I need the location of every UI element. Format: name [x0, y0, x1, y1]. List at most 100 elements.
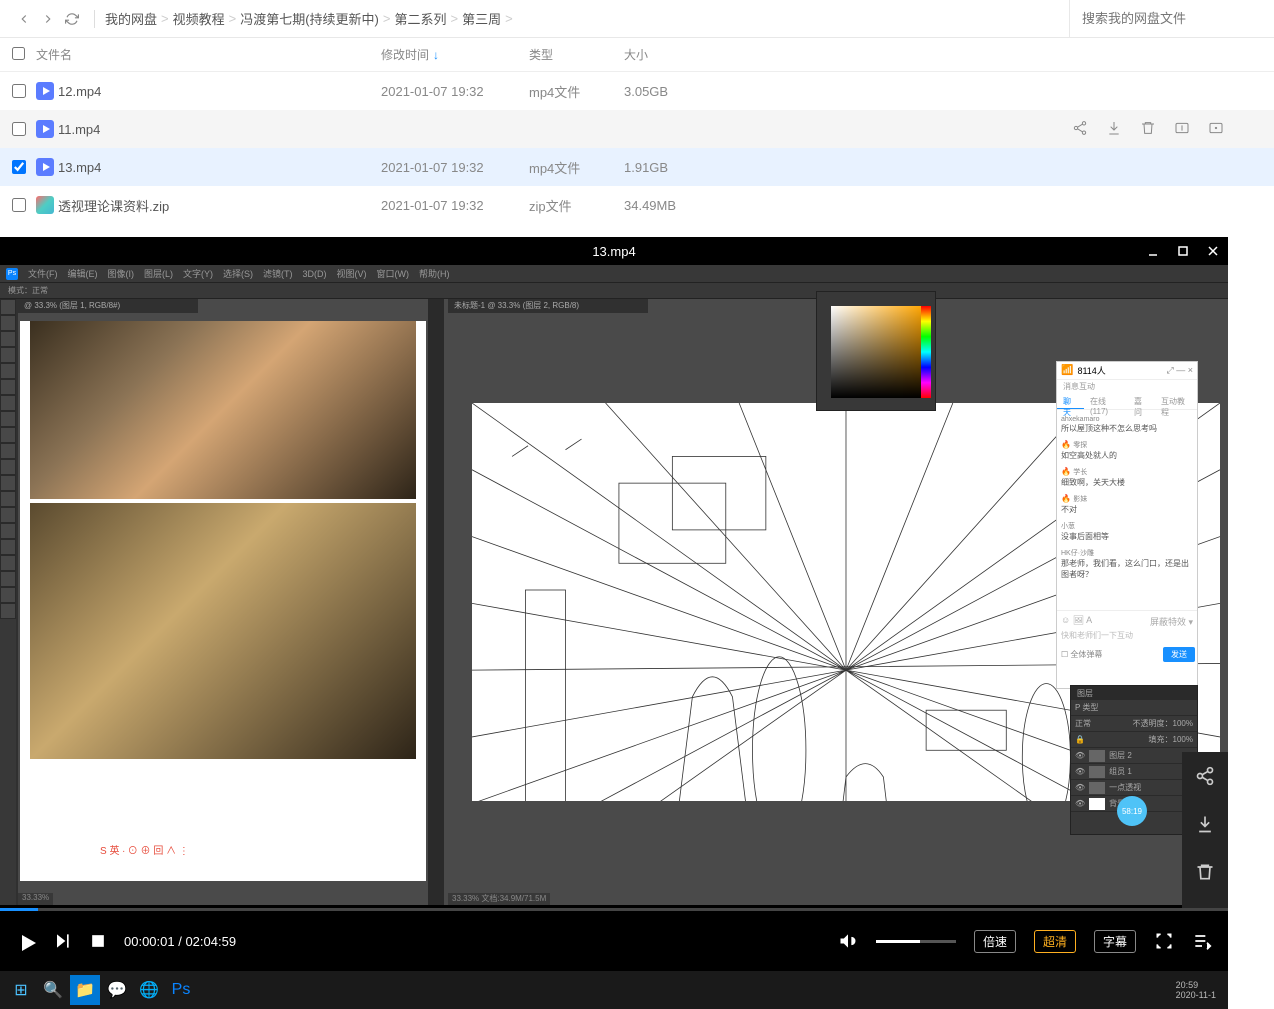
search-box — [1069, 0, 1262, 37]
layer-item[interactable]: 👁一点透视 — [1071, 780, 1197, 796]
col-name[interactable]: 文件名 — [36, 46, 381, 63]
layer-lock-row: 🔒填充：100% — [1071, 732, 1197, 748]
windows-taskbar: ⊞ 🔍 📁 💬 🌐 Ps 20:592020-11-1 — [0, 971, 1228, 1009]
start-button[interactable]: ⊞ — [6, 975, 36, 1005]
nav-back-button[interactable] — [12, 7, 36, 31]
timer-badge: 58:19 — [1117, 796, 1147, 826]
file-row[interactable]: 12.mp4 2021-01-07 19:32mp4文件3.05GB — [0, 72, 1274, 110]
col-size[interactable]: 大小 — [624, 46, 1274, 63]
ps-right-status: 33.33% 文档:34.9M/71.5M — [448, 893, 550, 905]
chat-input-area: ☺ 🖼 A屏蔽特效 ▾ 快和老师们一下互动 ☐ 全体弹幕 发送 — [1057, 610, 1197, 664]
chat-window-buttons[interactable]: ⤢ — × — [1167, 365, 1193, 376]
maximize-button[interactable] — [1168, 237, 1198, 265]
breadcrumb-item[interactable]: 视频教程 — [173, 9, 225, 28]
stop-button[interactable] — [88, 931, 108, 951]
system-tray[interactable]: 20:592020-11-1 — [1176, 980, 1222, 1000]
ps-menubar: Ps 文件(F)编辑(E)图像(I)图层(L)文字(Y)选择(S)滤镜(T)3D… — [0, 265, 1228, 283]
download-icon[interactable] — [1106, 120, 1122, 139]
nav-forward-button[interactable] — [36, 7, 60, 31]
taskbar-item[interactable]: 📁 — [70, 975, 100, 1005]
file-type: mp4文件 — [529, 82, 624, 101]
row-checkbox[interactable] — [12, 122, 26, 136]
taskbar-item[interactable]: Ps — [166, 975, 196, 1005]
play-button[interactable] — [16, 931, 36, 951]
chat-subtitle: 消息互动 — [1057, 380, 1197, 394]
chat-checkbox[interactable]: ☐ 全体弹幕 — [1061, 649, 1102, 660]
row-checkbox[interactable] — [12, 160, 26, 174]
ps-left-canvas: S 英 ∙ ⊙ ⊕ 回 ∧ ⋮ — [20, 321, 426, 881]
fullscreen-icon[interactable] — [1154, 931, 1174, 951]
playlist-icon[interactable] — [1192, 931, 1212, 951]
layers-panel: 图层 P 类型 正常不透明度：100% 🔒填充：100% 👁图层 2 👁组员 1… — [1070, 685, 1198, 835]
volume-icon[interactable] — [838, 931, 858, 951]
chat-header: 📶 8114人 ⤢ — × — [1057, 362, 1197, 380]
taskbar-item[interactable]: 💬 — [102, 975, 132, 1005]
subtitle-button[interactable]: 字幕 — [1094, 930, 1136, 953]
rename-icon[interactable] — [1174, 120, 1190, 139]
file-time: 2021-01-07 19:32 — [381, 84, 529, 99]
chat-tab[interactable]: 嘉问 — [1128, 394, 1155, 409]
speed-button[interactable]: 倍速 — [974, 930, 1016, 953]
next-button[interactable] — [52, 931, 72, 951]
share-icon[interactable] — [1072, 120, 1088, 139]
file-row[interactable]: 13.mp4 2021-01-07 19:32mp4文件1.91GB — [0, 148, 1274, 186]
chat-input[interactable]: 快和老师们一下互动 — [1061, 630, 1193, 641]
search-input[interactable] — [1082, 11, 1262, 26]
color-field[interactable] — [831, 306, 923, 398]
file-name: 11.mp4 — [58, 122, 100, 137]
video-file-icon — [36, 120, 54, 138]
zip-file-icon — [36, 196, 54, 214]
column-header: 文件名 修改时间↓ 类型 大小 — [0, 38, 1274, 72]
chat-message: 🔥 学长细致啊，关天大楼 — [1061, 467, 1193, 488]
divider — [94, 10, 95, 28]
volume-slider[interactable] — [876, 940, 956, 943]
delete-icon[interactable] — [1140, 120, 1156, 139]
file-type: zip文件 — [529, 196, 624, 215]
breadcrumb-item[interactable]: 冯渡第七期(持续更新中) — [240, 9, 379, 28]
chat-title: 8114人 — [1077, 364, 1105, 377]
fire-icon: 🔥 — [1061, 440, 1071, 449]
taskbar-item[interactable]: 🔍 — [38, 975, 68, 1005]
file-name: 12.mp4 — [58, 84, 101, 99]
check-all[interactable] — [12, 47, 36, 63]
close-button[interactable] — [1198, 237, 1228, 265]
file-type: mp4文件 — [529, 158, 624, 177]
ps-doc-tab: @ 33.3% (图层 1, RGB/8#) — [18, 299, 198, 313]
video-controls: 00:00:01 / 02:04:59 倍速 超清 字幕 — [0, 911, 1228, 971]
layer-item[interactable]: 👁组员 1 — [1071, 764, 1197, 780]
quality-button[interactable]: 超清 — [1034, 930, 1076, 953]
hue-slider[interactable] — [921, 306, 931, 398]
chat-tab[interactable]: 在线(117) — [1084, 394, 1128, 409]
breadcrumb-item[interactable]: 第二系列 — [394, 9, 446, 28]
minimize-button[interactable] — [1138, 237, 1168, 265]
ps-toolbar — [0, 299, 16, 905]
nav-refresh-button[interactable] — [60, 7, 84, 31]
delete-icon[interactable] — [1182, 848, 1228, 896]
file-row[interactable]: 透视理论课资料.zip 2021-01-07 19:32zip文件34.49MB — [0, 186, 1274, 224]
video-time: 00:00:01 / 02:04:59 — [124, 934, 236, 949]
layer-item[interactable]: 👁图层 2 — [1071, 748, 1197, 764]
breadcrumb-item[interactable]: 第三周 — [462, 9, 501, 28]
chat-tab[interactable]: 聊天 — [1057, 394, 1084, 409]
chat-message: 🔥 零探如空高处就人的 — [1061, 440, 1193, 461]
file-list: 12.mp4 2021-01-07 19:32mp4文件3.05GB 11.mp… — [0, 72, 1274, 224]
ps-logo-icon: Ps — [6, 268, 18, 280]
col-time[interactable]: 修改时间↓ — [381, 46, 529, 63]
signal-icon: 📶 — [1061, 365, 1073, 376]
col-type[interactable]: 类型 — [529, 46, 624, 63]
share-icon[interactable] — [1182, 752, 1228, 800]
row-checkbox[interactable] — [12, 198, 26, 212]
more-icon[interactable] — [1208, 120, 1224, 139]
taskbar-item[interactable]: 🌐 — [134, 975, 164, 1005]
chat-message: ahxekamaro所以屋顶这种不怎么思考吗 — [1061, 414, 1193, 434]
layer-kind-row: P 类型 — [1071, 700, 1197, 716]
chat-tab[interactable]: 互动教程 — [1155, 394, 1197, 409]
row-checkbox[interactable] — [12, 84, 26, 98]
file-row[interactable]: 11.mp4 — [0, 110, 1274, 148]
fire-icon: 🔥 — [1061, 494, 1071, 503]
breadcrumb-item[interactable]: 我的网盘 — [105, 9, 157, 28]
download-icon[interactable] — [1182, 800, 1228, 848]
chat-message: 小葱没事后面相等 — [1061, 521, 1193, 542]
side-action-rail — [1182, 752, 1228, 922]
chat-send-button[interactable]: 发送 — [1163, 647, 1195, 662]
